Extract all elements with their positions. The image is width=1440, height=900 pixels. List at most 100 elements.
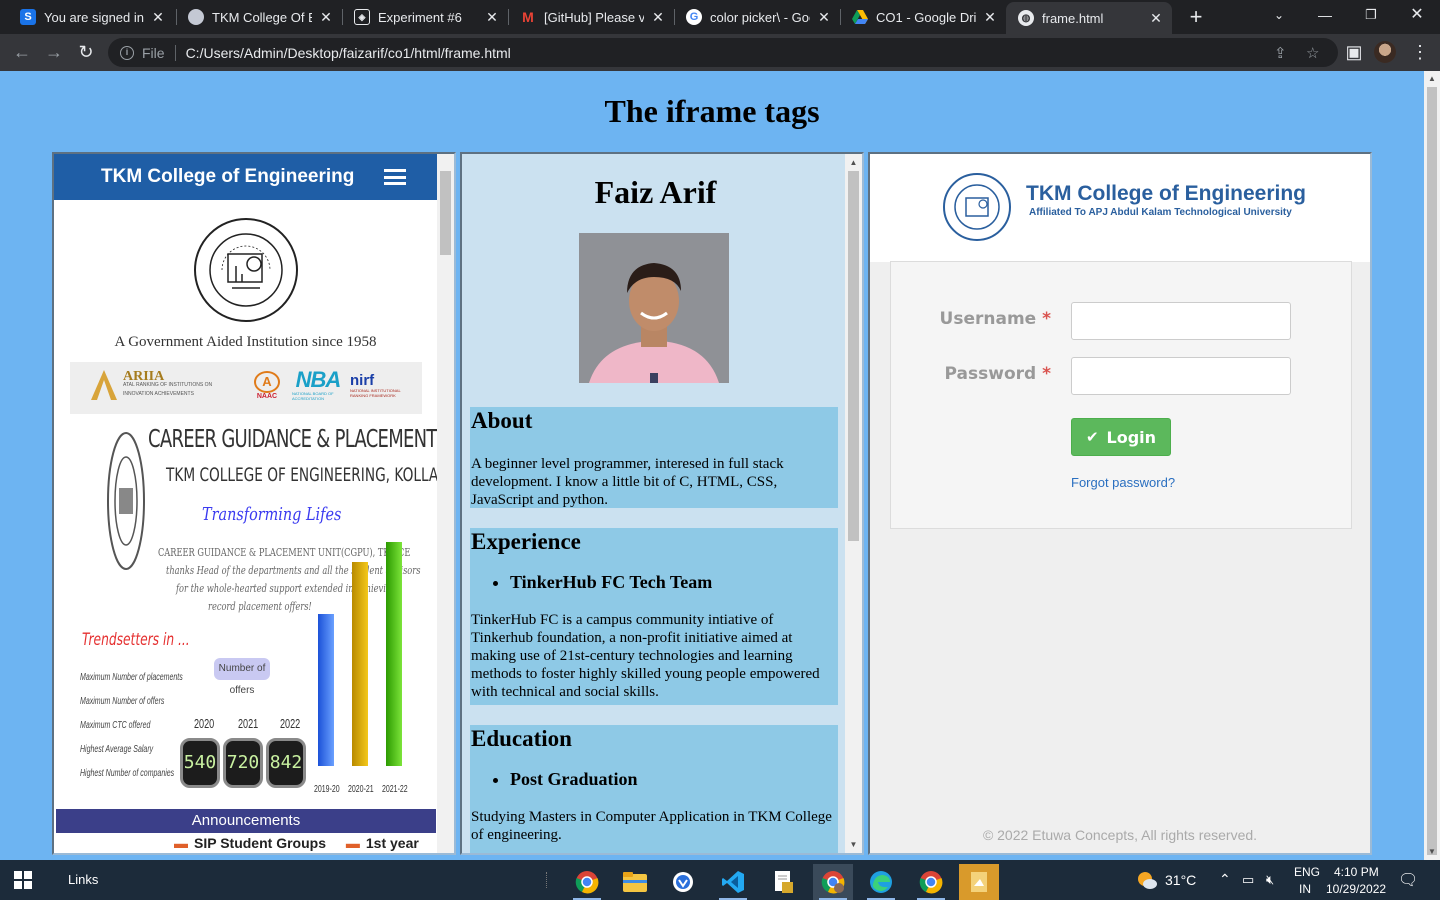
poster-count: 720 (223, 738, 263, 788)
tkm-seal-logo (194, 218, 298, 322)
nirf-logo: nirf NATIONAL INSTITUTIONAL RANKING FRAM… (350, 366, 412, 404)
address-bar[interactable]: i File C:/Users/Admin/Desktop/faizarif/c… (108, 38, 1338, 67)
password-input[interactable] (1071, 357, 1291, 395)
close-icon[interactable]: ✕ (150, 9, 166, 26)
forward-icon[interactable]: → (42, 40, 66, 64)
tab-7-active[interactable]: ◍ frame.html ✕ (1006, 2, 1172, 34)
ariia-logo: ARIIA ATAL RANKING OF INSTITUTIONS ON IN… (80, 366, 242, 404)
menu-kebab-icon[interactable]: ⋮ (1408, 40, 1432, 64)
poster-year: 2022 (280, 716, 301, 731)
profile-photo (579, 233, 729, 383)
username-input[interactable] (1071, 302, 1291, 340)
language-indicator[interactable]: ENG (1294, 865, 1320, 879)
tab-5[interactable]: G color picker\ - Goo ✕ (674, 0, 840, 34)
scroll-up-arrow-icon[interactable]: ▲ (845, 154, 862, 171)
login-brand-title: TKM College of Engineering (1026, 182, 1307, 205)
forgot-password-link[interactable]: Forgot password? (1071, 475, 1175, 490)
notifications-icon[interactable]: 🗨︎ (1398, 870, 1418, 890)
scroll-down-arrow-icon[interactable]: ▼ (1424, 844, 1440, 860)
iframe-login[interactable]: TKM College of Engineering Affiliated To… (868, 152, 1372, 855)
scroll-thumb[interactable] (440, 171, 451, 255)
weather-icon[interactable] (1136, 870, 1158, 893)
page-title: The iframe tags (604, 93, 820, 129)
close-icon[interactable]: ✕ (650, 9, 666, 26)
naac-logo: A NAAC (248, 366, 286, 404)
tab-search-chevron-icon[interactable]: ⌄ (1256, 0, 1302, 32)
education-section: Education Post Graduation Studying Maste… (470, 725, 838, 853)
back-icon[interactable]: ← (10, 40, 34, 64)
profile-avatar[interactable] (1374, 41, 1396, 63)
minimize-icon[interactable]: — (1302, 0, 1348, 32)
poster-trendsetters: Trendsetters in ... (82, 630, 190, 650)
tab-3[interactable]: ◈ Experiment #6 ✕ (342, 0, 508, 34)
ticker-bullet-icon: ▬ (345, 835, 360, 851)
scroll-down-arrow-icon[interactable]: ▼ (845, 836, 862, 853)
ticker-item[interactable]: SIP Student Groups (194, 835, 326, 851)
volume-muted-icon[interactable]: 🔇︎ (1266, 872, 1274, 888)
tab-4[interactable]: M [GitHub] Please ver ✕ (508, 0, 674, 34)
restore-icon[interactable]: ❐ (1348, 0, 1394, 32)
close-icon[interactable]: ✕ (318, 9, 334, 26)
file-explorer-taskbar-icon[interactable] (615, 864, 655, 900)
tab-title: Experiment #6 (378, 9, 462, 25)
edge-taskbar-icon[interactable] (861, 864, 901, 900)
scroll-up-arrow-icon[interactable]: ▲ (1424, 71, 1440, 87)
page-scrollbar[interactable]: ▲ ▼ (1424, 71, 1440, 860)
announcements-ticker[interactable]: ▬ SIP Student Groups ▬ 1st year (174, 835, 419, 851)
chrome-profile-taskbar-icon[interactable] (813, 864, 853, 900)
google-icon: G (686, 9, 702, 25)
network-icon[interactable]: ▭ (1242, 872, 1254, 888)
tkm-site-title: TKM College of Engineering (101, 166, 355, 187)
region-indicator[interactable]: IN (1299, 882, 1311, 896)
scroll-thumb[interactable] (1427, 87, 1437, 855)
required-mark: * (1042, 364, 1051, 384)
tab-1[interactable]: S You are signed in a ✕ (8, 0, 174, 34)
close-window-icon[interactable]: ✕ (1394, 0, 1440, 32)
side-panel-icon[interactable]: ▣ (1342, 40, 1366, 64)
ticker-item[interactable]: 1st year (366, 835, 419, 851)
about-heading: About (471, 408, 533, 433)
new-tab-icon[interactable]: + (1184, 5, 1208, 29)
url-text[interactable]: C:/Users/Admin/Desktop/faizarif/co1/html… (186, 45, 511, 61)
poster-bar-year: 2021-22 (382, 784, 408, 795)
links-toolbar[interactable]: Links (68, 872, 98, 887)
document-app-taskbar-icon[interactable] (763, 864, 803, 900)
tab-2[interactable]: TKM College Of En ✕ (176, 0, 342, 34)
weather-temperature[interactable]: 31°C (1165, 872, 1196, 888)
vscode-taskbar-icon[interactable] (713, 864, 753, 900)
login-button[interactable]: ✔ Login (1071, 418, 1171, 456)
frame-scrollbar[interactable] (437, 154, 454, 853)
windows-start-icon[interactable] (14, 871, 32, 889)
frame-scrollbar[interactable]: ▲ ▼ (845, 154, 862, 853)
iframe-resume[interactable]: Faiz Arif About A beginner level program… (460, 152, 864, 855)
nba-logo: NBA NATIONAL BOARD OF ACCREDITATION (292, 366, 344, 404)
share-icon[interactable]: ⇪ (1274, 44, 1287, 62)
chrome-second-taskbar-icon[interactable] (911, 864, 951, 900)
close-icon[interactable]: ✕ (816, 9, 832, 26)
scroll-thumb[interactable] (848, 171, 859, 541)
clock-date[interactable]: 10/29/2022 (1326, 882, 1386, 896)
globe-icon: ◍ (1018, 10, 1034, 26)
show-hidden-icons-chevron-icon[interactable]: ⌃ (1219, 871, 1231, 888)
divider (174, 44, 176, 61)
poster-year: 2021 (238, 716, 259, 731)
info-icon[interactable]: i (120, 45, 134, 60)
bookmark-star-icon[interactable]: ☆ (1306, 44, 1319, 62)
close-icon[interactable]: ✕ (484, 9, 500, 26)
close-icon[interactable]: ✕ (1148, 10, 1164, 27)
hamburger-menu-icon[interactable] (384, 169, 406, 185)
tab-6[interactable]: CO1 - Google Drive ✕ (840, 0, 1006, 34)
poster-list-item: Maximum Number of placements (80, 672, 183, 683)
naac-grade: A (254, 370, 280, 393)
chrome-taskbar-icon[interactable] (567, 864, 607, 900)
close-icon[interactable]: ✕ (982, 9, 998, 26)
poster-caption: CAREER GUIDANCE & PLACEMENT UNIT(CGPU), … (158, 546, 411, 559)
clock-time[interactable]: 4:10 PM (1334, 865, 1379, 879)
iframe-tkm-website[interactable]: TKM College of Engineering A Government … (52, 152, 456, 855)
reload-icon[interactable]: ↻ (74, 40, 98, 64)
placement-poster[interactable]: CAREER GUIDANCE & PLACEMENT UNIT TKM COL… (54, 416, 437, 808)
poster-year: 2020 (194, 716, 215, 731)
file-manager-taskbar-icon[interactable] (959, 864, 999, 900)
person-photo-icon (579, 233, 729, 383)
app-blue-taskbar-icon[interactable] (663, 864, 703, 900)
